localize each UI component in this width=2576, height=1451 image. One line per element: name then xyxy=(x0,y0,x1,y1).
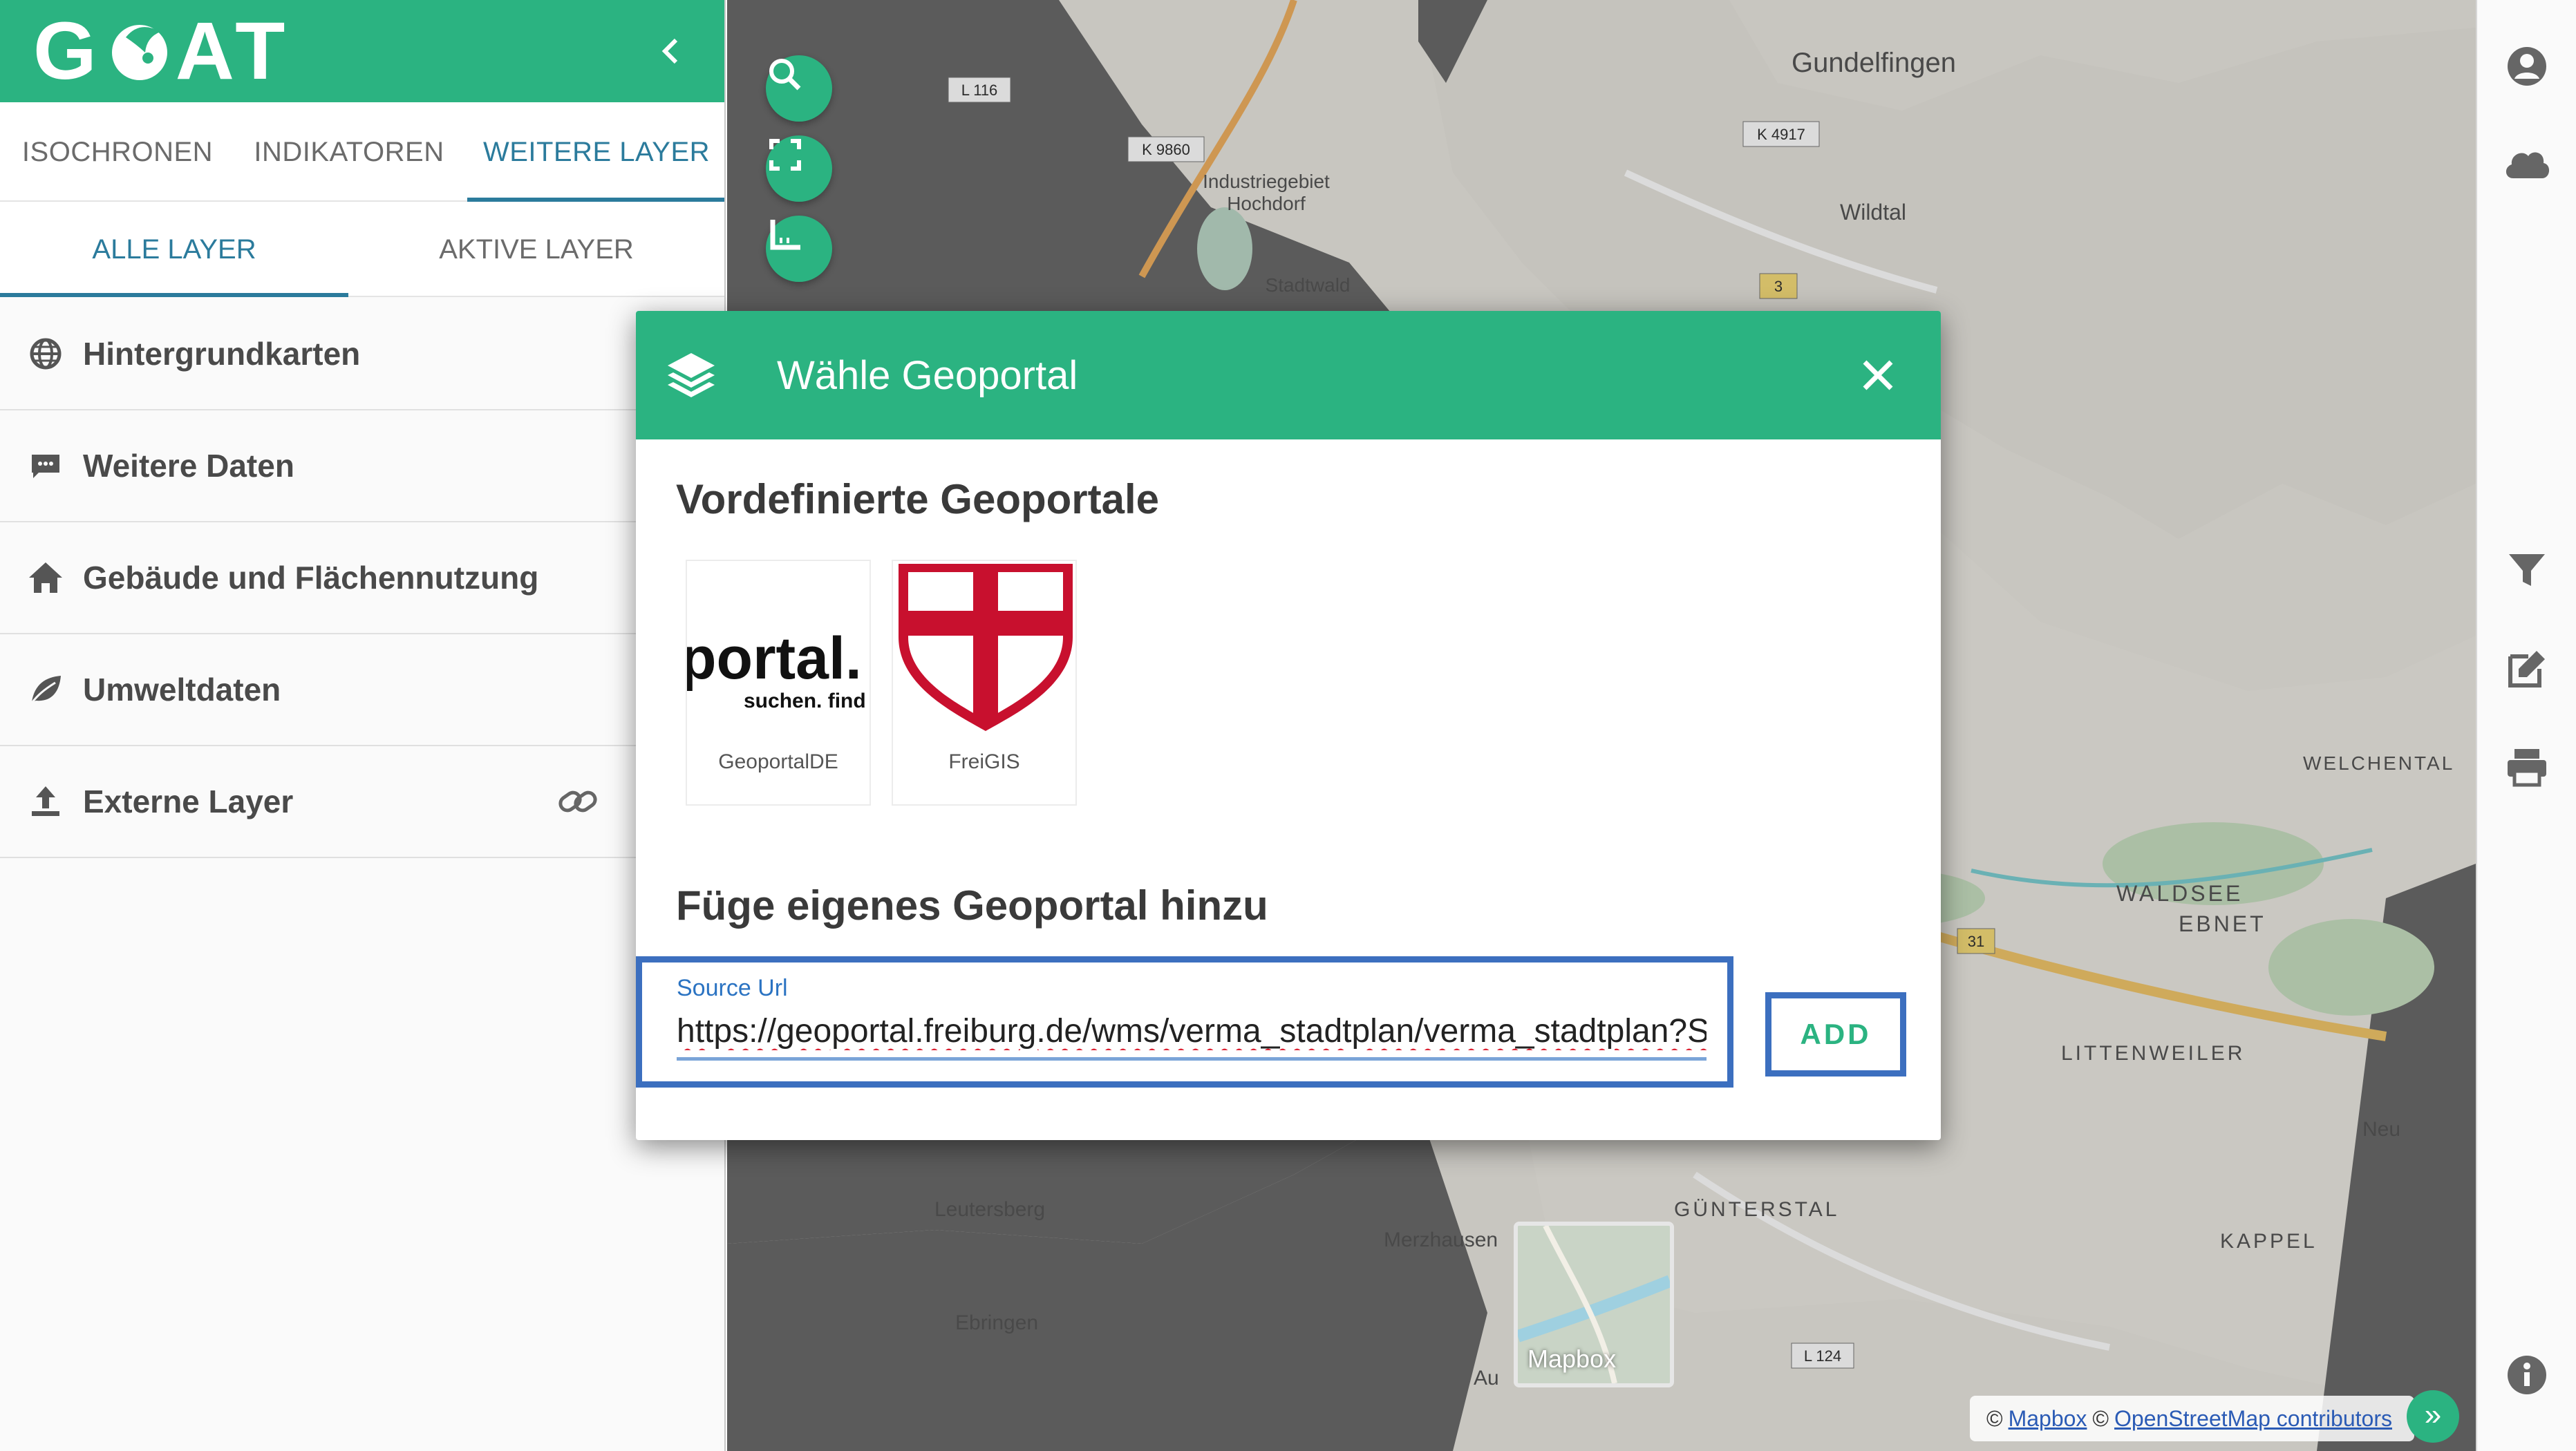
map-label: Neu xyxy=(2362,1118,2400,1141)
map-attribution: © Mapbox © OpenStreetMap contributors xyxy=(1970,1396,2414,1441)
road-label: 3 xyxy=(1774,278,1783,295)
source-url-label: Source Url xyxy=(677,975,788,1001)
edit-icon[interactable] xyxy=(2502,644,2552,694)
freiburg-shield-icon xyxy=(899,564,1073,731)
portal-card-geoportalde[interactable]: portal. suchen. find GeoportalDE xyxy=(686,560,871,806)
attribution-toggle-button[interactable]: » xyxy=(2407,1390,2459,1443)
layer-group-gebaeude-flaechennutzung[interactable]: Gebäude und Flächennutzung xyxy=(0,522,724,634)
dialog-header: Wähle Geoportal xyxy=(636,311,1941,439)
layer-group-label: Externe Layer xyxy=(83,784,294,819)
source-url-input[interactable] xyxy=(677,1005,1707,1061)
map-label: Industriegebiet xyxy=(1203,171,1330,192)
home-icon xyxy=(25,557,66,598)
layer-group-hintergrundkarten[interactable]: Hintergrundkarten xyxy=(0,298,724,410)
layer-group-label: Umweltdaten xyxy=(83,672,281,708)
layer-group-umweltdaten[interactable]: Umweltdaten xyxy=(0,634,724,746)
map-label: Gundelfingen xyxy=(1792,48,1956,78)
search-icon xyxy=(769,59,801,91)
layer-group-label: Hintergrundkarten xyxy=(83,336,361,372)
map-label: GÜNTERSTAL xyxy=(1674,1198,1839,1221)
predefined-portals-heading: Vordefinierte Geoportale xyxy=(676,476,1160,522)
tab-weitere-layer[interactable]: WEITERE LAYER xyxy=(467,102,724,202)
collapse-sidebar-button[interactable] xyxy=(650,30,691,72)
road-label: L 116 xyxy=(961,82,998,99)
map-label: WALDSEE xyxy=(2116,881,2243,906)
map-label: Leutersberg xyxy=(934,1198,1045,1221)
map-search-button[interactable] xyxy=(766,55,832,122)
geoportalde-logo: portal. suchen. find xyxy=(687,625,866,712)
sub-tabs: ALLE LAYER AKTIVE LAYER xyxy=(0,202,724,297)
close-dialog-button[interactable] xyxy=(1854,351,1902,399)
custom-portal-heading: Füge eigenes Geoportal hinzu xyxy=(676,882,1268,929)
map-label: Hochdorf xyxy=(1227,193,1306,214)
mapbox-link[interactable]: Mapbox xyxy=(2009,1406,2087,1432)
measure-icon xyxy=(770,220,800,250)
road-label: 31 xyxy=(1968,933,1984,950)
sidebar: G AT ISOCHRONEN INDIKATOREN WEITERE LAYE… xyxy=(0,0,726,1451)
layer-group-label: Gebäude und Flächennutzung xyxy=(83,560,539,596)
map-label: Au xyxy=(1474,1367,1499,1390)
right-toolbar xyxy=(2476,0,2576,1451)
layer-group-externe-layer[interactable]: Externe Layer xyxy=(0,746,724,858)
attribution-copyright: © xyxy=(1986,1405,2003,1431)
cloud-icon[interactable] xyxy=(2502,138,2552,188)
tab-alle-layer[interactable]: ALLE LAYER xyxy=(0,202,348,297)
app-logo: G AT xyxy=(33,6,292,97)
filter-icon[interactable] xyxy=(2502,546,2552,596)
print-icon[interactable] xyxy=(2502,742,2552,792)
account-icon[interactable] xyxy=(2502,41,2552,91)
road-label: K 4917 xyxy=(1757,126,1805,143)
basemap-label: Mapbox xyxy=(1527,1345,1617,1373)
comment-icon xyxy=(25,445,66,486)
tab-aktive-layer[interactable]: AKTIVE LAYER xyxy=(362,202,711,297)
upload-icon xyxy=(25,781,66,822)
close-icon xyxy=(1863,360,1893,390)
svg-text:portal.: portal. xyxy=(687,625,862,692)
goat-logo-icon xyxy=(105,17,174,86)
info-icon[interactable] xyxy=(2502,1350,2552,1400)
source-url-field: Source Url xyxy=(636,956,1733,1088)
road-label: K 9860 xyxy=(1142,141,1190,158)
map-label: KAPPEL xyxy=(2220,1230,2318,1253)
map-label: Stadtwald xyxy=(1266,274,1351,296)
portal-name: GeoportalDE xyxy=(718,750,838,773)
link-icon[interactable] xyxy=(556,779,600,824)
map-label: EBNET xyxy=(2179,911,2266,936)
map-label: Wildtal xyxy=(1840,200,1906,225)
map-label: Ebringen xyxy=(955,1311,1038,1334)
dialog-title: Wähle Geoportal xyxy=(777,352,1078,398)
add-geoportal-button[interactable]: ADD xyxy=(1765,992,1906,1077)
fullscreen-icon xyxy=(769,139,801,171)
layer-group-label: Weitere Daten xyxy=(83,448,294,484)
globe-icon xyxy=(25,333,66,374)
layer-group-list: Hintergrundkarten Weitere Daten Gebäude … xyxy=(0,298,724,858)
map-label: WELCHENTAL xyxy=(2303,752,2454,774)
portal-card-freigis[interactable]: FreiGIS xyxy=(892,560,1077,806)
map-label: Merzhausen xyxy=(1384,1229,1498,1251)
map-label: LITTENWEILER xyxy=(2061,1042,2245,1065)
road-label: L 124 xyxy=(1804,1347,1841,1365)
layer-group-weitere-daten[interactable]: Weitere Daten xyxy=(0,410,724,522)
osm-link[interactable]: OpenStreetMap contributors xyxy=(2114,1406,2392,1432)
tab-isochronen[interactable]: ISOCHRONEN xyxy=(0,102,235,202)
chevron-left-icon xyxy=(661,38,678,64)
map-fullscreen-button[interactable] xyxy=(766,135,832,202)
portal-name: FreiGIS xyxy=(948,750,1020,773)
map-measure-button[interactable] xyxy=(766,216,832,282)
layers-icon xyxy=(664,348,719,403)
svg-text:suchen. find: suchen. find xyxy=(744,690,866,712)
sidebar-header: G AT xyxy=(0,0,724,102)
main-tabs: ISOCHRONEN INDIKATOREN WEITERE LAYER xyxy=(0,102,724,202)
attribution-separator: © xyxy=(2092,1405,2109,1431)
choose-geoportal-dialog: Wähle Geoportal Vordefinierte Geoportale… xyxy=(636,311,1941,1140)
tab-indikatoren[interactable]: INDIKATOREN xyxy=(235,102,463,202)
leaf-icon xyxy=(25,669,66,710)
basemap-switcher[interactable]: Mapbox xyxy=(1514,1222,1674,1387)
